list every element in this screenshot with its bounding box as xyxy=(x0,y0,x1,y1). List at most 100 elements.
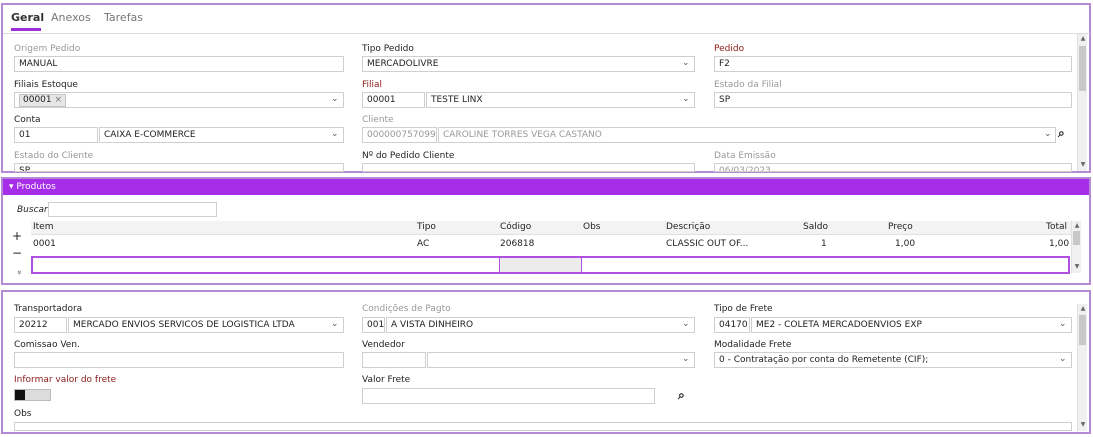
cell-tipo: AC xyxy=(417,239,430,249)
filiais-select[interactable]: 00001 × xyxy=(14,92,344,108)
chevron-down-icon[interactable]: ⌄ xyxy=(682,94,690,104)
origem-input: MANUAL xyxy=(14,56,344,72)
data-input: 06/03/2023 xyxy=(714,163,1072,172)
chevron-down-icon[interactable]: ⌄ xyxy=(331,129,339,139)
chevron-down-icon[interactable]: ⌄ xyxy=(1044,129,1052,139)
pedido-input[interactable]: F2 xyxy=(714,56,1072,72)
filial-label: Filial xyxy=(362,80,383,90)
scroll-thumb[interactable] xyxy=(1079,46,1086,91)
scroll-up-icon[interactable]: ▲ xyxy=(1078,35,1088,42)
footer-scrollbar[interactable]: ▲ ▼ xyxy=(1077,304,1087,431)
tag-remove-icon[interactable]: × xyxy=(55,95,63,105)
produtos-header[interactable]: ▾ Produtos xyxy=(3,179,1089,195)
grid-scrollbar[interactable]: ▲ ▼ xyxy=(1071,221,1081,273)
transp-label: Transportadora xyxy=(14,304,83,314)
col-preco[interactable]: Preço xyxy=(888,222,913,232)
modalidade-label: Modalidade Frete xyxy=(714,340,792,350)
pedido-label: Pedido xyxy=(714,44,745,54)
chevron-down-icon[interactable]: ⌄ xyxy=(682,58,690,68)
conta-name-select[interactable]: CAIXA E-COMMERCE xyxy=(99,127,344,143)
col-item[interactable]: Item xyxy=(33,222,54,232)
obs-textarea[interactable] xyxy=(14,422,1072,431)
order-footer-panel: Transportadora 20212 MERCADO ENVIOS SERV… xyxy=(1,290,1091,434)
new-row-editor[interactable] xyxy=(31,256,1070,274)
cell-codigo: 206818 xyxy=(500,239,535,249)
expand-icon[interactable]: » xyxy=(15,270,24,275)
active-tab-indicator xyxy=(11,28,41,31)
vendedor-code-input[interactable] xyxy=(362,352,426,368)
conta-label: Conta xyxy=(14,115,41,125)
chevron-down-icon[interactable]: ⌄ xyxy=(682,354,690,364)
modalidade-select[interactable]: 0 - Contratação por conta do Remetente (… xyxy=(714,352,1072,368)
estado-filial-input: SP xyxy=(714,92,1072,108)
tipo-pedido-select[interactable]: MERCADOLIVRE xyxy=(362,56,695,72)
filiais-label: Filiais Estoque xyxy=(14,80,78,90)
col-descricao[interactable]: Descrição xyxy=(666,222,710,232)
scroll-thumb[interactable] xyxy=(1073,231,1080,245)
add-row-icon[interactable]: + xyxy=(12,229,22,243)
table-row[interactable]: 0001 AC 206818 CLASSIC OUT OF... 1 1,00 … xyxy=(31,237,1071,254)
order-header-panel: Geral Anexos Tarefas Origem Pedido MANUA… xyxy=(1,3,1091,173)
cell-preco: 1,00 xyxy=(895,239,916,249)
chevron-down-icon[interactable]: ⌄ xyxy=(331,94,339,104)
grid-header xyxy=(31,221,1071,235)
col-total[interactable]: Total xyxy=(1046,222,1067,232)
cond-label: Condições de Pagto xyxy=(362,304,451,314)
filial-name-select[interactable]: TESTE LINX xyxy=(426,92,695,108)
valor-frete-label: Valor Frete xyxy=(362,375,411,385)
chevron-down-icon[interactable]: ⌄ xyxy=(331,319,339,329)
col-saldo[interactable]: Saldo xyxy=(803,222,828,232)
comissao-input[interactable] xyxy=(14,352,344,368)
scroll-down-icon[interactable]: ▼ xyxy=(1078,161,1088,168)
informar-frete-label: Informar valor do frete xyxy=(14,375,117,385)
search-icon[interactable]: ⌕ xyxy=(1058,126,1065,141)
transp-code-input[interactable]: 20212 xyxy=(14,317,67,333)
scroll-down-icon[interactable]: ▼ xyxy=(1072,263,1082,270)
estado-cliente-label: Estado do Cliente xyxy=(14,151,94,161)
toggle-knob xyxy=(15,390,25,400)
col-codigo[interactable]: Código xyxy=(500,222,531,232)
cell-total: 1,00 xyxy=(1049,239,1070,249)
scroll-up-icon[interactable]: ▲ xyxy=(1072,222,1082,229)
cond-code-input[interactable]: 001 xyxy=(362,317,385,333)
collapse-icon[interactable]: ▾ xyxy=(9,182,14,192)
produtos-title: Produtos xyxy=(16,182,56,192)
frete-name-select[interactable]: ME2 - COLETA MERCADOENVIOS EXP xyxy=(751,317,1072,333)
scroll-up-icon[interactable]: ▲ xyxy=(1078,305,1088,312)
origem-label: Origem Pedido xyxy=(14,44,81,54)
tab-tarefas[interactable]: Tarefas xyxy=(104,11,143,24)
search-icon[interactable]: ⌕ xyxy=(678,388,685,403)
conta-code-input[interactable]: 01 xyxy=(14,127,98,143)
cond-name-select[interactable]: A VISTA DINHEIRO xyxy=(386,317,695,333)
col-obs[interactable]: Obs xyxy=(583,222,601,232)
chevron-down-icon[interactable]: ⌄ xyxy=(1059,354,1067,364)
obs-label: Obs xyxy=(14,409,32,419)
col-tipo[interactable]: Tipo xyxy=(417,222,436,232)
scroll-down-icon[interactable]: ▼ xyxy=(1078,421,1088,428)
cliente-label: Cliente xyxy=(362,115,394,125)
chevron-down-icon[interactable]: ⌄ xyxy=(682,319,690,329)
filial-tag: 00001 × xyxy=(19,94,67,107)
informar-frete-toggle[interactable] xyxy=(14,389,51,401)
npedido-input[interactable] xyxy=(362,163,695,172)
cell-saldo: 1 xyxy=(821,239,827,249)
npedido-label: Nº do Pedido Cliente xyxy=(362,151,455,161)
tab-geral[interactable]: Geral xyxy=(11,11,44,24)
vendedor-name-select[interactable] xyxy=(427,352,695,368)
buscar-label: Buscar xyxy=(17,205,48,215)
buscar-input[interactable] xyxy=(48,202,217,217)
chevron-down-icon[interactable]: ⌄ xyxy=(1059,319,1067,329)
frete-label: Tipo de Frete xyxy=(714,304,773,314)
tab-anexos[interactable]: Anexos xyxy=(51,11,91,24)
frete-code-input[interactable]: 04170 xyxy=(714,317,750,333)
valor-frete-input[interactable] xyxy=(362,388,655,404)
codigo-edit-cell[interactable] xyxy=(499,258,582,272)
transp-name-select[interactable]: MERCADO ENVIOS SERVICOS DE LOGISTICA LTD… xyxy=(68,317,344,333)
cliente-code-input: 000000757099 xyxy=(362,127,437,143)
estado-cliente-input: SP xyxy=(14,163,344,172)
remove-row-icon[interactable]: − xyxy=(12,246,22,260)
filial-tag-label: 00001 xyxy=(23,95,52,105)
filial-code-input[interactable]: 00001 xyxy=(362,92,425,108)
header-scrollbar[interactable]: ▲ ▼ xyxy=(1077,34,1087,171)
scroll-thumb[interactable] xyxy=(1079,315,1086,345)
